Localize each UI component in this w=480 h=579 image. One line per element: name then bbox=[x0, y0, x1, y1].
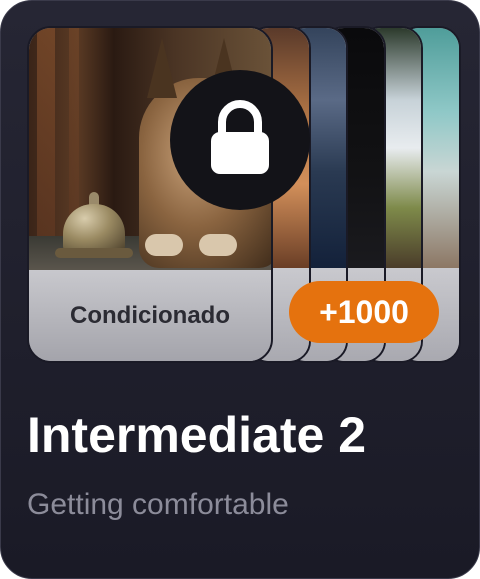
card-label: Condicionado bbox=[70, 301, 230, 329]
card-count-badge: +1000 bbox=[289, 281, 439, 343]
level-card[interactable]: Condicionado +1000 Intermediate 2 Gettin… bbox=[0, 0, 480, 579]
lock-icon bbox=[205, 98, 275, 183]
card-footer: Condicionado bbox=[29, 270, 271, 361]
level-subtitle: Getting comfortable bbox=[27, 488, 289, 521]
lock-badge bbox=[170, 70, 310, 210]
flashcard-stack: Condicionado +1000 bbox=[27, 26, 461, 364]
level-title: Intermediate 2 bbox=[27, 407, 367, 463]
